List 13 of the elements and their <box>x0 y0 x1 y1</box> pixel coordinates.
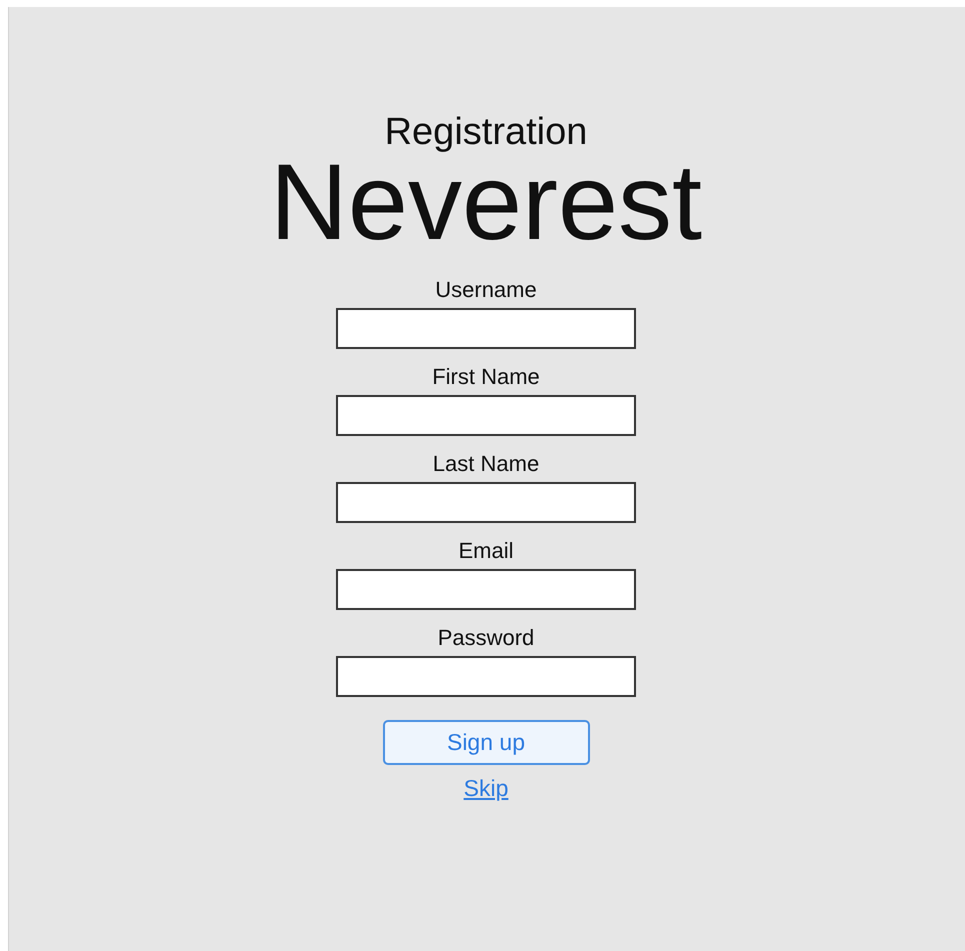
form-heading: Registration <box>384 110 588 154</box>
input-field[interactable] <box>336 308 636 349</box>
input-field[interactable] <box>336 395 636 436</box>
field-label: Email <box>458 538 514 564</box>
sign-up-button[interactable]: Sign up <box>382 720 590 765</box>
input-field[interactable] <box>336 569 636 610</box>
field-label: First Name <box>432 364 540 390</box>
skip-link[interactable]: Skip <box>464 775 508 802</box>
input-field[interactable] <box>336 482 636 523</box>
field-label: Last Name <box>432 451 540 477</box>
field-label: Username <box>435 277 537 303</box>
input-field[interactable] <box>336 656 636 697</box>
field-label: Password <box>438 625 534 651</box>
